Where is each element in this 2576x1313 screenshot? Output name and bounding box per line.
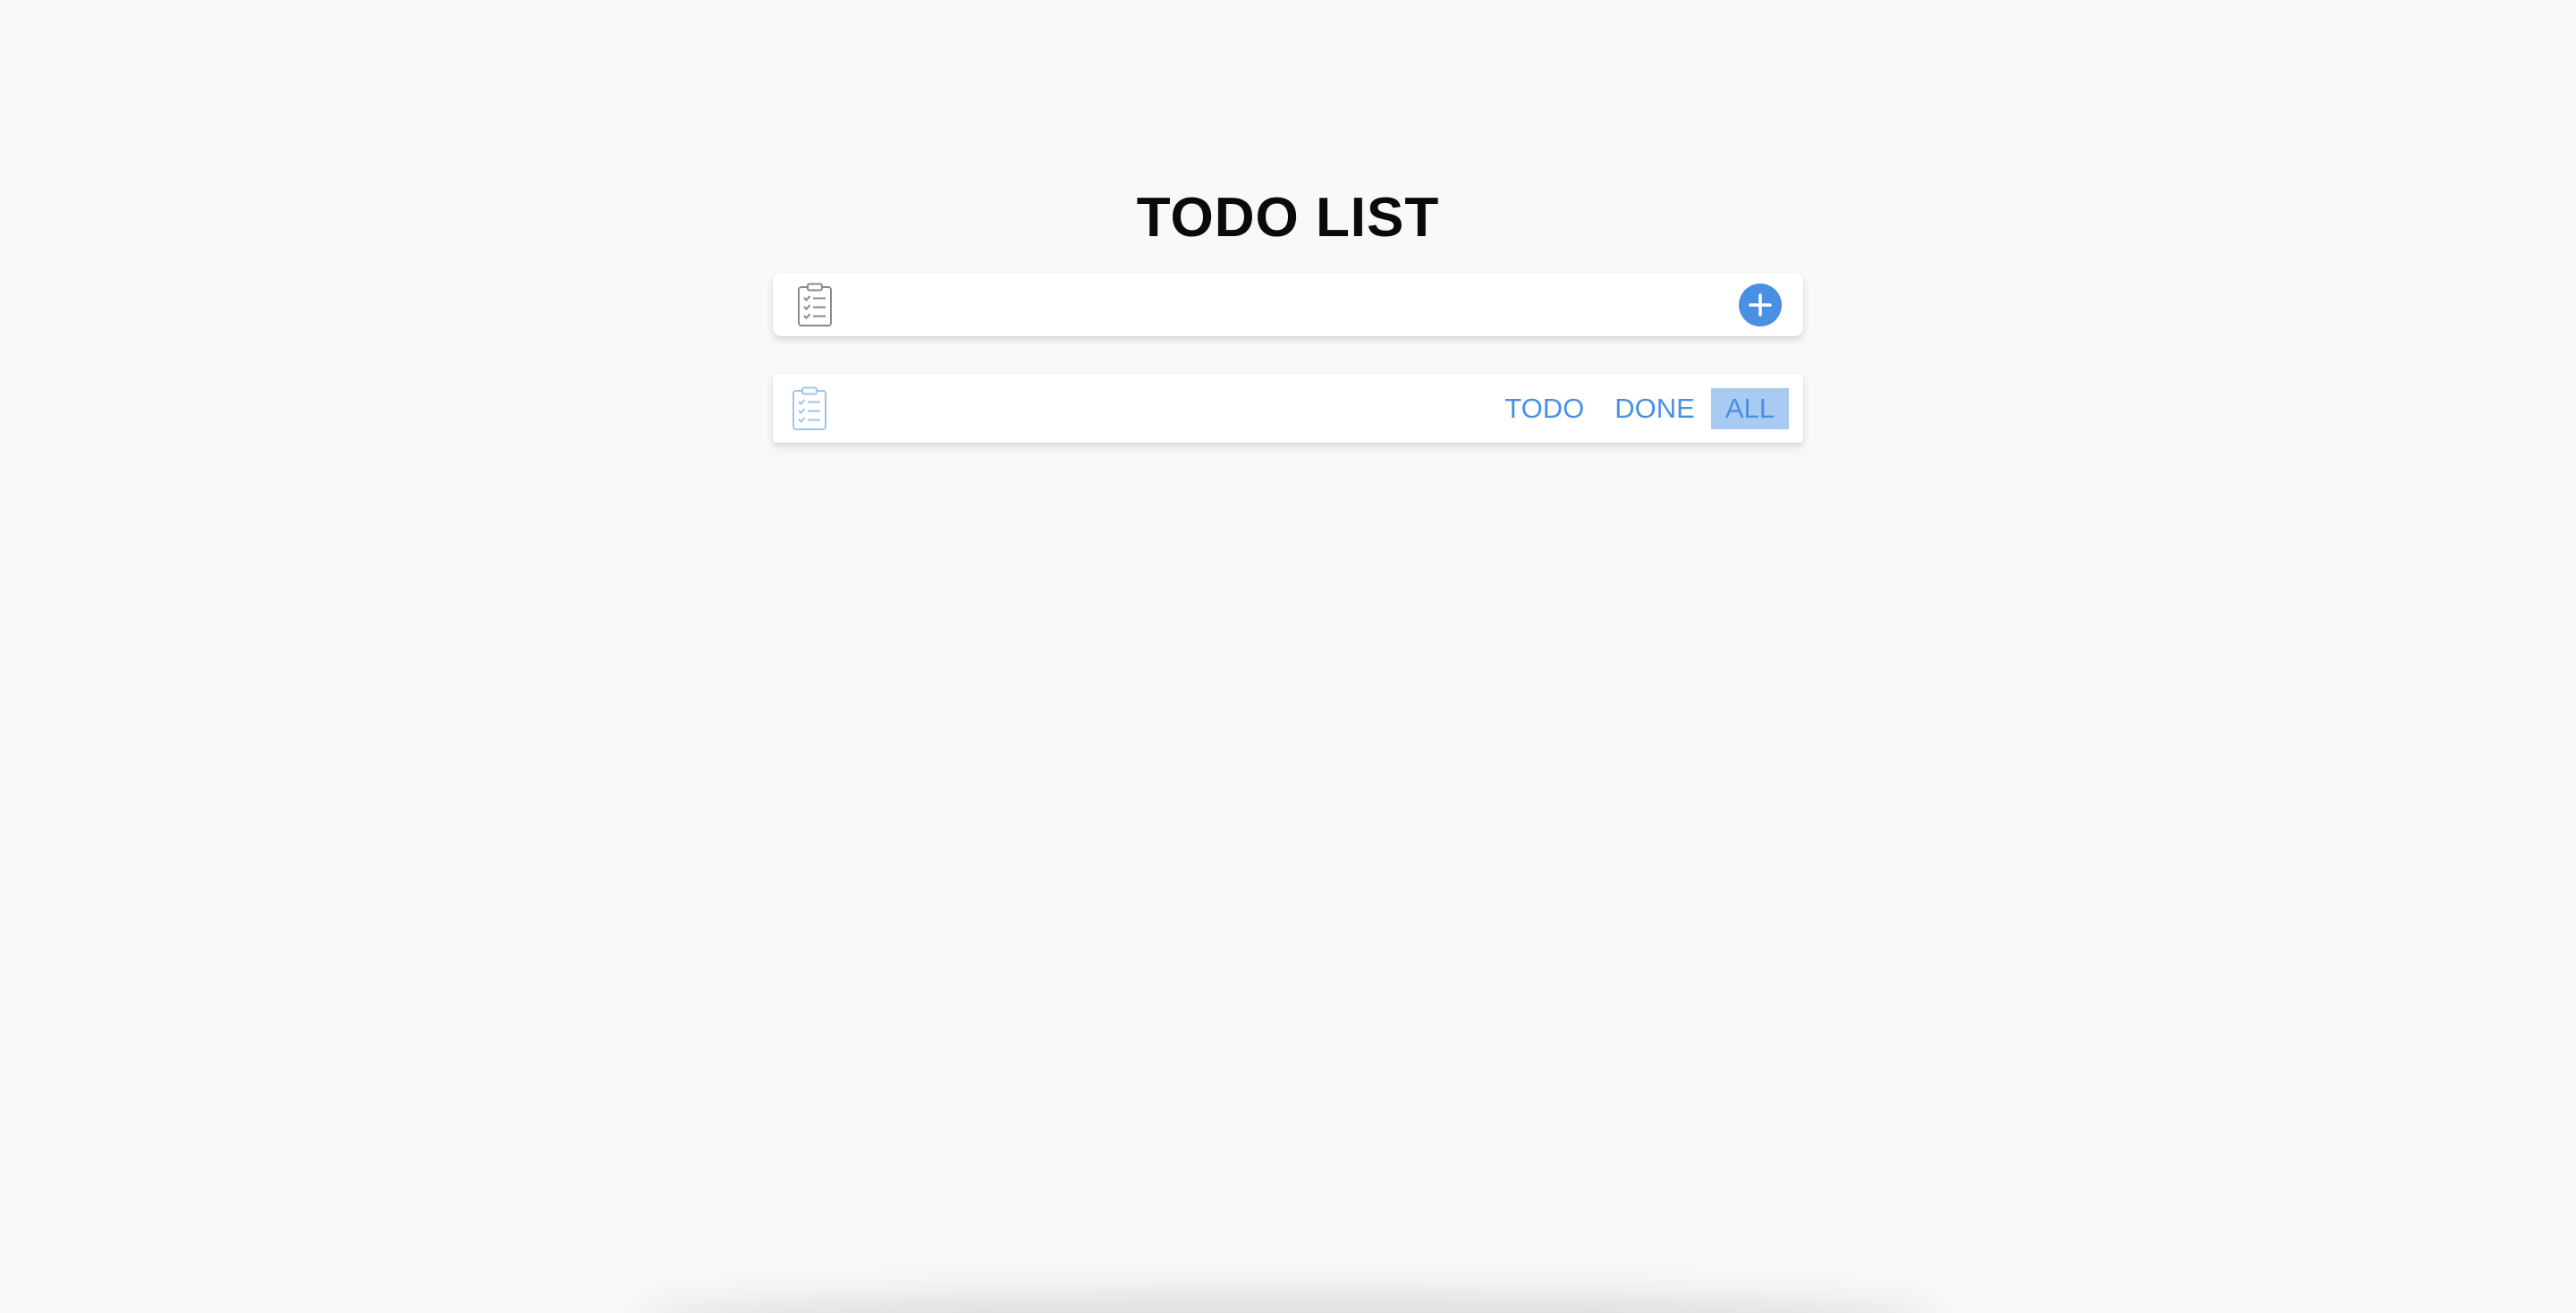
clipboard-list-icon [798,283,832,326]
filter-all-button[interactable]: ALL [1710,388,1789,429]
bottom-shadow [644,1292,1932,1313]
clipboard-list-icon [792,386,826,430]
add-todo-button[interactable] [1739,284,1782,326]
new-todo-bar [773,273,1803,336]
filter-done-button[interactable]: DONE [1600,388,1709,429]
new-todo-input[interactable] [853,282,1689,328]
filter-todo-button[interactable]: TODO [1490,388,1598,429]
todo-app: TODO LIST TODO DONE ALL [0,0,2576,1313]
page-title: TODO LIST [1136,187,1440,249]
filter-buttons: TODO DONE ALL [1488,388,1789,429]
plus-circle-icon [1749,293,1772,317]
filter-bar: TODO DONE ALL [773,374,1803,443]
